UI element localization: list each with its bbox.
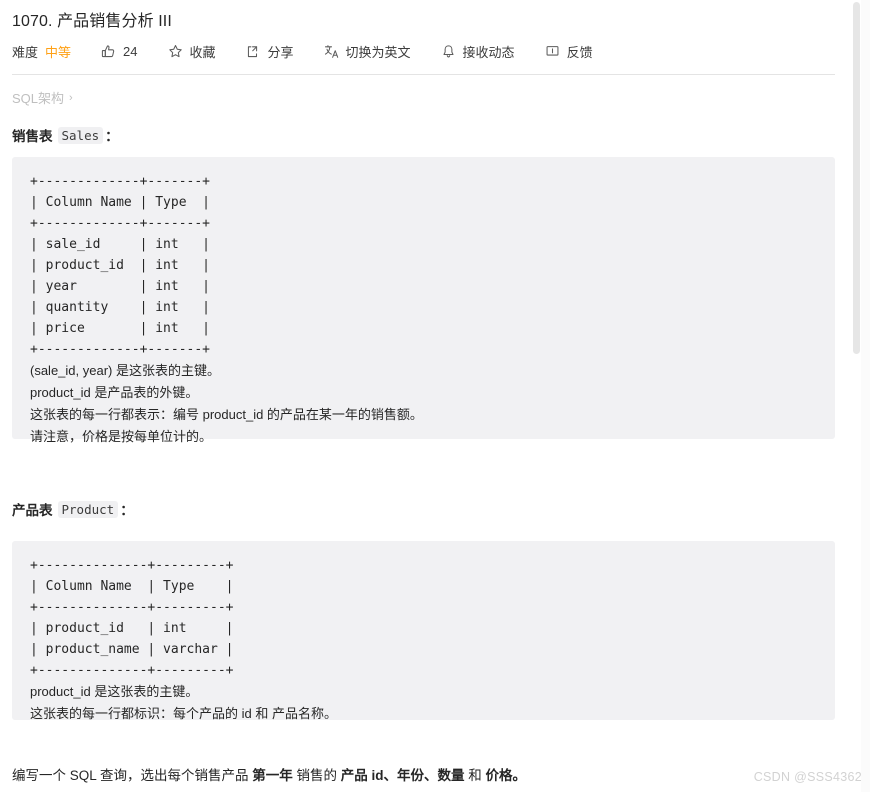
translate-icon (324, 44, 339, 59)
section-heading-sales: 销售表 Sales ： (12, 125, 119, 145)
breadcrumb[interactable]: SQL架构 › (12, 88, 73, 107)
code-note: product_id 是产品表的外键。 (30, 385, 199, 400)
difficulty-label: 难度 (12, 44, 39, 60)
bell-icon (441, 44, 456, 59)
code-note: 请注意，价格是按每单位计的。 (30, 429, 213, 444)
like-button[interactable]: 24 (101, 40, 138, 62)
question-part-3: 和 (464, 768, 486, 783)
chevron-right-icon: › (69, 91, 73, 104)
scrollbar-thumb[interactable] (853, 2, 860, 354)
question-part-1: 编写一个 SQL 查询，选出每个销售产品 (12, 768, 253, 783)
watermark: CSDN @SSS4362 (753, 770, 862, 784)
code-note: product_id 是这张表的主键。 (30, 684, 199, 699)
section-heading-text: 销售表 (12, 129, 53, 144)
scrollbar-track[interactable] (861, 0, 870, 792)
code-table-sales: +-------------+-------+ | Column Name | … (30, 174, 211, 357)
question-statement: 编写一个 SQL 查询，选出每个销售产品 第一年 销售的 产品 id、年份、数量… (12, 766, 526, 786)
feedback-label: 反馈 (566, 44, 593, 60)
share-icon (246, 44, 261, 59)
question-part-2: 销售的 (292, 768, 341, 783)
code-block-product: +--------------+---------+ | Column Name… (12, 541, 835, 721)
page-title: 1070. 产品销售分析 III (12, 13, 172, 30)
section-heading-code: Product (57, 500, 119, 518)
share-button[interactable]: 分享 (246, 40, 294, 62)
code-note: 这张表的每一行都标识：每个产品的 id 和 产品名称。 (30, 706, 337, 721)
section-heading-code: Sales (57, 126, 104, 144)
code-note: 这张表的每一行都表示：编号 product_id 的产品在某一年的销售额。 (30, 407, 423, 422)
section-heading-colon: ： (120, 503, 134, 518)
translate-button[interactable]: 切换为英文 (324, 40, 411, 62)
section-heading-product: 产品表 Product ： (12, 499, 134, 519)
difficulty-value: 中等 (45, 44, 72, 60)
thumbs-up-icon (101, 44, 116, 59)
share-label: 分享 (267, 44, 294, 60)
translate-label: 切换为英文 (345, 44, 411, 60)
question-bold-2: 产品 id、年份、数量 (340, 768, 465, 783)
subscribe-button[interactable]: 接收动态 (441, 40, 515, 62)
like-count: 24 (123, 43, 138, 59)
comment-icon (545, 44, 560, 59)
code-note: (sale_id, year) 是这张表的主键。 (30, 363, 220, 378)
code-table-product: +--------------+---------+ | Column Name… (30, 558, 234, 678)
difficulty-indicator: 难度 中等 (12, 40, 71, 62)
section-heading-colon: ： (105, 129, 119, 144)
section-heading-text: 产品表 (12, 503, 53, 518)
breadcrumb-label: SQL架构 (12, 91, 65, 106)
code-block-sales: +-------------+-------+ | Column Name | … (12, 157, 835, 444)
subscribe-label: 接收动态 (462, 44, 515, 60)
favorite-label: 收藏 (189, 44, 216, 60)
header-divider (12, 74, 835, 75)
problem-page: 1070. 产品销售分析 III 难度 中等 24 收藏 分享 切换为英文 接收… (0, 0, 870, 792)
question-bold-1: 第一年 (252, 768, 293, 783)
favorite-button[interactable]: 收藏 (168, 40, 216, 62)
star-icon (168, 44, 183, 59)
problem-meta-toolbar: 难度 中等 24 收藏 分享 切换为英文 接收动态 反馈 (12, 40, 593, 62)
question-bold-3: 价格。 (485, 768, 527, 783)
feedback-button[interactable]: 反馈 (545, 40, 593, 62)
